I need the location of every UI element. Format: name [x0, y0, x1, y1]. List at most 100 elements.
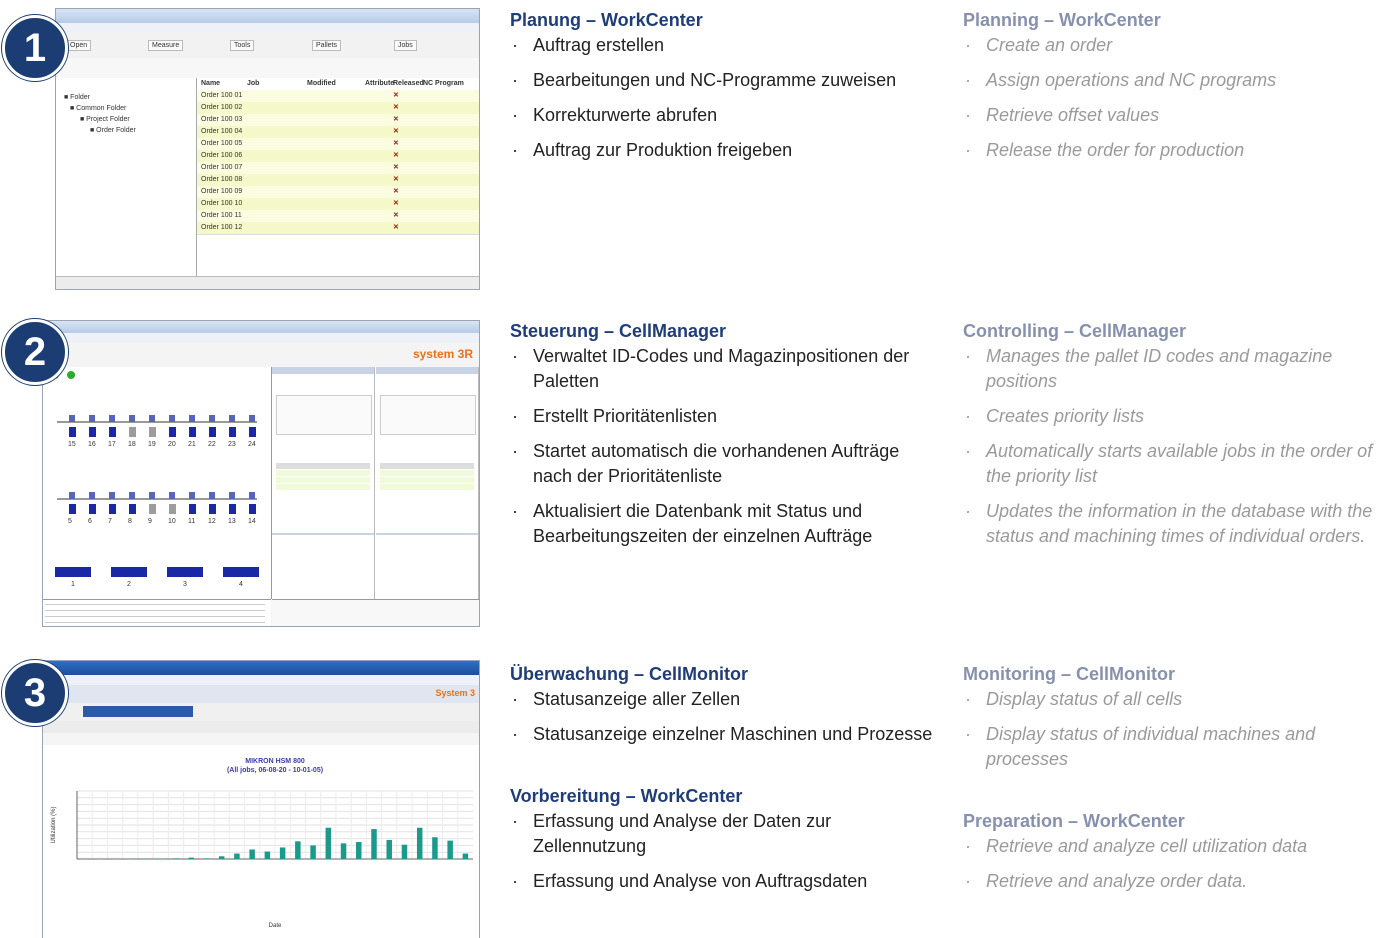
- utilization-bar[interactable]: [173, 858, 179, 859]
- pallet-slot[interactable]: [169, 504, 176, 514]
- tree-node[interactable]: ■ Project Folder: [80, 116, 130, 123]
- list-item: Statusanzeige aller Zellen: [510, 687, 940, 712]
- pallet-slot[interactable]: [209, 504, 216, 514]
- pallet-slot[interactable]: [189, 492, 195, 499]
- utilization-bar[interactable]: [310, 845, 316, 859]
- utilization-bar[interactable]: [234, 853, 240, 859]
- pallet-slot[interactable]: [129, 492, 135, 499]
- queue-row[interactable]: [380, 470, 474, 476]
- queue-row[interactable]: [276, 463, 370, 469]
- utilization-bar[interactable]: [279, 847, 286, 859]
- tree-node[interactable]: ■ Common Folder: [70, 105, 126, 112]
- pallet-slot[interactable]: [149, 492, 155, 499]
- queue-row[interactable]: [276, 477, 370, 483]
- event-log: [43, 599, 271, 626]
- pallet-slot[interactable]: [129, 504, 136, 514]
- utilization-bar[interactable]: [447, 840, 453, 859]
- utilization-bar[interactable]: [81, 859, 88, 860]
- pallet-slot[interactable]: [149, 427, 156, 437]
- utilization-bar[interactable]: [371, 829, 377, 859]
- pallet-slot[interactable]: [209, 427, 216, 437]
- pallet-slot[interactable]: [129, 415, 135, 422]
- utilization-bar[interactable]: [432, 837, 438, 859]
- toolbar-button[interactable]: Pallets: [312, 40, 342, 51]
- queue-row[interactable]: [380, 484, 474, 490]
- toolbar-button[interactable]: Open: [66, 40, 92, 51]
- pallet-slot[interactable]: [89, 427, 96, 437]
- pallet-slot[interactable]: [89, 504, 96, 514]
- utilization-bar[interactable]: [97, 859, 103, 860]
- pallet-slot[interactable]: [109, 492, 115, 499]
- pallet-slot[interactable]: [229, 427, 236, 437]
- pallet-slot[interactable]: [209, 415, 215, 422]
- utilization-bar[interactable]: [386, 839, 392, 859]
- machine-block[interactable]: [167, 567, 203, 577]
- pallet-slot[interactable]: [169, 415, 175, 422]
- pallet-slot[interactable]: [89, 415, 95, 422]
- utilization-bar[interactable]: [264, 851, 271, 859]
- queue-row[interactable]: [380, 463, 474, 469]
- utilization-bar[interactable]: [249, 849, 255, 859]
- pallet-slot[interactable]: [149, 504, 156, 514]
- utilization-bar[interactable]: [401, 844, 408, 859]
- utilization-bar[interactable]: [218, 856, 225, 859]
- pallet-slot[interactable]: [169, 427, 176, 437]
- pallet-slot[interactable]: [69, 504, 76, 514]
- machine-select[interactable]: [83, 706, 193, 717]
- utilization-bar[interactable]: [340, 843, 347, 859]
- cellmonitor-screenshot: System 3 MIKRON HSM 800 (All jobs, 06-08-…: [42, 660, 480, 938]
- queue-row[interactable]: [276, 484, 370, 490]
- pallet-slot[interactable]: [69, 492, 75, 499]
- column-header[interactable]: NC Program: [423, 80, 464, 87]
- utilization-bar[interactable]: [325, 827, 332, 859]
- pallet-slot[interactable]: [249, 504, 256, 514]
- pallet-slot[interactable]: [69, 415, 75, 422]
- column-header[interactable]: Name: [201, 80, 220, 87]
- machine-block[interactable]: [55, 567, 91, 577]
- pallet-slot[interactable]: [229, 504, 236, 514]
- pallet-slot[interactable]: [69, 427, 76, 437]
- pallet-slot[interactable]: [129, 427, 136, 437]
- pallet-slot[interactable]: [189, 415, 195, 422]
- pallet-slot[interactable]: [189, 427, 196, 437]
- pallet-slot[interactable]: [249, 492, 255, 499]
- utilization-bar[interactable]: [142, 859, 149, 860]
- tree-node[interactable]: ■ Order Folder: [90, 127, 136, 134]
- utilization-bar[interactable]: [188, 857, 194, 859]
- tree-node[interactable]: ■ Folder: [64, 94, 90, 101]
- column-header[interactable]: Released: [393, 80, 424, 87]
- pallet-slot[interactable]: [109, 415, 115, 422]
- utilization-bar[interactable]: [127, 859, 134, 860]
- utilization-bar[interactable]: [112, 859, 118, 860]
- table-row[interactable]: Order 100 12 ✕: [197, 222, 479, 235]
- window-titlebar: [43, 661, 479, 675]
- utilization-bar[interactable]: [158, 859, 164, 860]
- queue-row[interactable]: [276, 470, 370, 476]
- toolbar-button[interactable]: Jobs: [394, 40, 417, 51]
- pallet-slot[interactable]: [189, 504, 196, 514]
- pallet-slot[interactable]: [109, 504, 116, 514]
- column-header[interactable]: Modified: [307, 80, 336, 87]
- utilization-bar[interactable]: [356, 842, 362, 859]
- pallet-slot[interactable]: [109, 427, 116, 437]
- pallet-slot[interactable]: [209, 492, 215, 499]
- pallet-slot[interactable]: [149, 415, 155, 422]
- pallet-slot[interactable]: [229, 492, 235, 499]
- toolbar-button[interactable]: Tools: [230, 40, 255, 51]
- queue-row[interactable]: [380, 477, 474, 483]
- pallet-slot[interactable]: [249, 415, 255, 422]
- utilization-bar[interactable]: [203, 858, 210, 859]
- machine-block[interactable]: [223, 567, 259, 577]
- toolbar-button[interactable]: Measure: [148, 40, 184, 51]
- pallet-slot[interactable]: [89, 492, 95, 499]
- pallet-slot[interactable]: [229, 415, 235, 422]
- column-header[interactable]: Job: [247, 80, 259, 87]
- utilization-bar[interactable]: [416, 827, 423, 859]
- pallet-slot[interactable]: [169, 492, 175, 499]
- pallet-slot[interactable]: [249, 427, 256, 437]
- machine-block[interactable]: [111, 567, 147, 577]
- utilization-bar[interactable]: [295, 841, 301, 859]
- utilization-bar[interactable]: [462, 853, 469, 859]
- column-header[interactable]: Attribute: [365, 80, 394, 87]
- order-name: Order 100 08: [201, 176, 243, 183]
